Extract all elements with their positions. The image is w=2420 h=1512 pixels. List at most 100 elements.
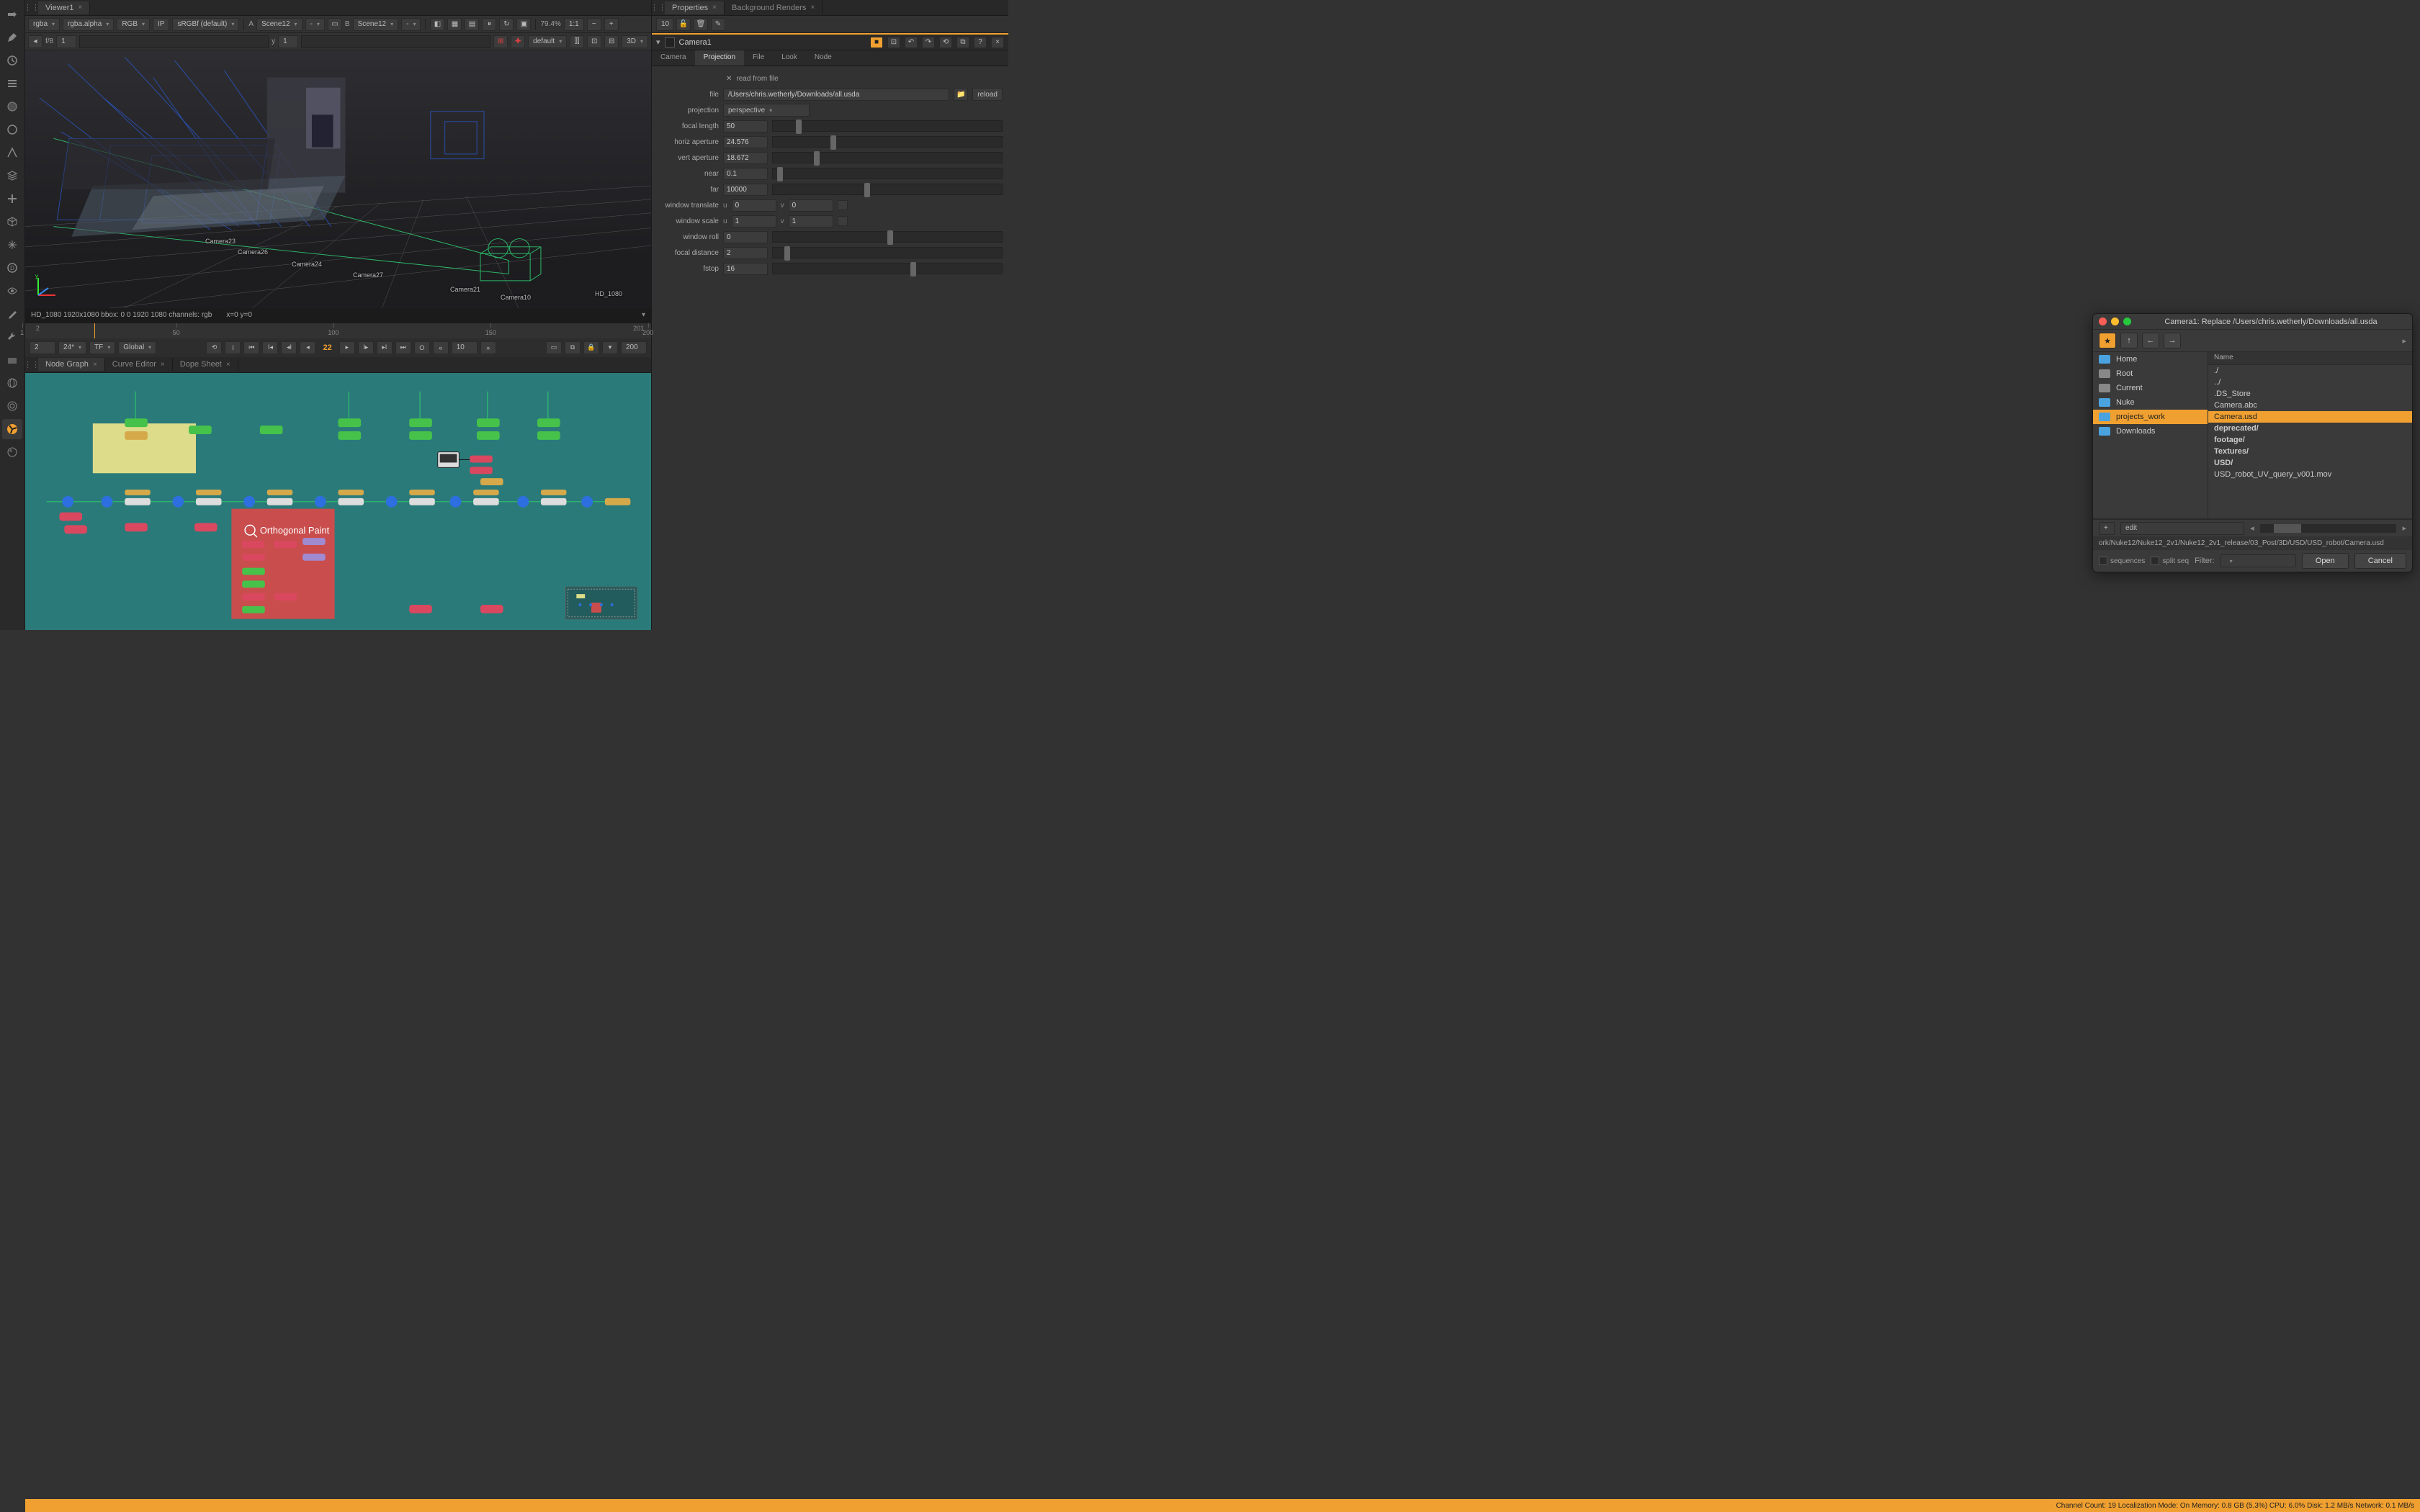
file-row[interactable]: footage/	[2208, 434, 2412, 446]
prop-slider[interactable]	[772, 168, 1003, 179]
out-point-icon[interactable]: O	[414, 341, 430, 354]
close-icon[interactable]: ×	[79, 4, 83, 12]
file-row[interactable]: USD_robot_UV_query_v001.mov	[2208, 469, 2412, 480]
scroll-right-icon[interactable]: ▸	[2402, 523, 2406, 533]
file-row[interactable]: USD/	[2208, 457, 2412, 469]
timeline-playhead[interactable]	[94, 323, 95, 338]
prop-slider[interactable]	[772, 247, 1003, 258]
prop-v-field[interactable]: 1	[789, 215, 833, 228]
prop-link-toggle[interactable]	[838, 216, 848, 226]
popout-icon[interactable]: ⧉	[956, 37, 969, 48]
close-icon[interactable]: ×	[810, 4, 815, 12]
viewer-viewport[interactable]: y HD_1080 Camera23Camera26Camera24Camera…	[25, 50, 651, 308]
gamma-ruler[interactable]	[301, 35, 490, 48]
tool-cube-icon[interactable]	[2, 212, 22, 232]
timeline-fps-select[interactable]: 24*	[58, 341, 86, 354]
nodegraph-tab[interactable]: Node Graph×	[38, 358, 105, 371]
props-maxpanels-field[interactable]: 10	[656, 18, 673, 31]
b-input-select[interactable]: Scene12	[353, 18, 399, 31]
prop-slider[interactable]	[772, 152, 1003, 163]
a-dash-select[interactable]: -	[305, 18, 325, 31]
scroll-left-icon[interactable]: ◂	[2250, 523, 2254, 533]
trash-icon[interactable]: 🗑	[694, 18, 708, 31]
tool-folder-icon[interactable]	[2, 350, 22, 370]
tool-lines-icon[interactable]	[2, 73, 22, 94]
dope-sheet-tab[interactable]: Dope Sheet×	[173, 358, 238, 371]
file-path-field[interactable]: /Users/chris.wetherly/Downloads/all.usda	[723, 89, 949, 101]
zoom-ratio-button[interactable]: 1:1	[564, 18, 584, 31]
wipe-toggle-icon[interactable]: ▭	[328, 18, 342, 31]
nav-fwd-icon[interactable]: →	[2164, 333, 2181, 348]
pane-grip-icon[interactable]: ⋮⋮	[25, 3, 38, 12]
timeline-scope-select[interactable]: Global	[118, 341, 156, 354]
viewer-grid-icon[interactable]: ⊞	[493, 35, 508, 48]
exposure-down-icon[interactable]: ◂	[28, 35, 42, 48]
tool-brush-icon[interactable]	[2, 304, 22, 324]
file-list-header[interactable]: Name	[2208, 352, 2412, 365]
viewer-vp-select[interactable]: default	[528, 35, 567, 48]
node-graph[interactable]: Orthogonal Paint	[25, 373, 651, 631]
zoom-minus-icon[interactable]: −	[587, 18, 601, 31]
sidebar-item-home[interactable]: Home	[2093, 352, 2208, 366]
reload-button[interactable]: reload	[972, 88, 1003, 101]
display-colorspace-select[interactable]: sRGBf (default)	[172, 18, 239, 31]
viewer-snap-icon[interactable]: ⊟	[604, 35, 619, 48]
clip-icon[interactable]: ◧	[430, 18, 444, 31]
play-reverse-icon[interactable]: ◂	[300, 341, 315, 354]
file-row[interactable]: Camera.usd	[2208, 411, 2412, 423]
tool-eye-icon[interactable]	[2, 281, 22, 301]
prop-value-field[interactable]: 50	[723, 120, 768, 132]
in-point-icon[interactable]: I	[225, 341, 241, 354]
close-x-icon[interactable]: ✕	[726, 75, 732, 83]
step-size-field[interactable]: 10	[452, 341, 478, 354]
properties-tab[interactable]: Properties×	[665, 1, 725, 14]
refresh-icon[interactable]: ↻	[499, 18, 514, 31]
bg-renders-tab[interactable]: Background Renders×	[725, 1, 823, 14]
external-icon[interactable]: ⧉	[565, 341, 581, 354]
tool-plus-icon[interactable]	[2, 189, 22, 209]
splitseq-checkbox[interactable]: split seq	[2151, 557, 2189, 565]
file-row[interactable]: Camera.abc	[2208, 400, 2412, 411]
close-icon[interactable]: ×	[161, 361, 165, 369]
lock-icon[interactable]: 🔓	[676, 18, 691, 31]
node-color-icon[interactable]: ■	[870, 37, 883, 48]
timeline-last-frame[interactable]: 200	[621, 341, 647, 354]
prop-value-field[interactable]: 0.1	[723, 168, 768, 180]
sidebar-item-nuke[interactable]: Nuke	[2093, 395, 2208, 410]
file-browser-titlebar[interactable]: Camera1: Replace /Users/chris.wetherly/D…	[2093, 314, 2412, 330]
lock-icon[interactable]: 🔒	[583, 341, 599, 354]
viewer-mode-select[interactable]: 3D	[622, 35, 648, 48]
pause-icon[interactable]: ⏸	[482, 18, 496, 31]
window-close-icon[interactable]	[2099, 318, 2107, 325]
file-browser-path[interactable]: ork/Nuke12/Nuke12_2v1/Nuke12_2v1_release…	[2093, 536, 2412, 550]
zoom-plus-icon[interactable]: +	[604, 18, 619, 31]
timeline-first-frame[interactable]: 2	[30, 341, 55, 354]
tool-circle-icon[interactable]	[2, 120, 22, 140]
proxy-icon[interactable]: ▤	[465, 18, 479, 31]
path-scrollbar[interactable]	[2260, 524, 2397, 533]
node-center-icon[interactable]: ⊡	[887, 37, 900, 48]
prop-link-toggle[interactable]	[838, 200, 848, 210]
prop-value-field[interactable]: 10000	[723, 184, 768, 196]
nav-play-icon[interactable]: ▸	[2402, 336, 2406, 346]
prop-slider[interactable]	[772, 184, 1003, 195]
step-fwd-icon[interactable]: I▸	[358, 341, 374, 354]
timeline-ruler[interactable]: 1501001502002201	[25, 323, 651, 338]
prop-value-field[interactable]: 0	[723, 231, 768, 243]
help-icon[interactable]: ?	[974, 37, 987, 48]
window-zoom-icon[interactable]	[2123, 318, 2131, 325]
gain-field[interactable]: 1	[56, 35, 76, 48]
current-frame[interactable]: 22	[318, 343, 336, 352]
pane-grip-icon[interactable]: ⋮⋮	[652, 3, 665, 12]
settings-chevron-icon[interactable]: ▾	[602, 341, 618, 354]
roi-icon[interactable]: ▦	[447, 18, 462, 31]
fullscreen-icon[interactable]: ▭	[546, 341, 562, 354]
tool-target-icon[interactable]	[2, 396, 22, 416]
close-icon[interactable]: ×	[93, 361, 97, 369]
viewer-crosshair-icon[interactable]: ✚	[511, 35, 525, 48]
sidebar-item-downloads[interactable]: Downloads	[2093, 424, 2208, 438]
b-dash-select[interactable]: -	[401, 18, 421, 31]
tool-globe-icon[interactable]	[2, 373, 22, 393]
subtab-projection[interactable]: Projection	[695, 50, 744, 66]
step-left-button[interactable]: «	[433, 341, 449, 354]
